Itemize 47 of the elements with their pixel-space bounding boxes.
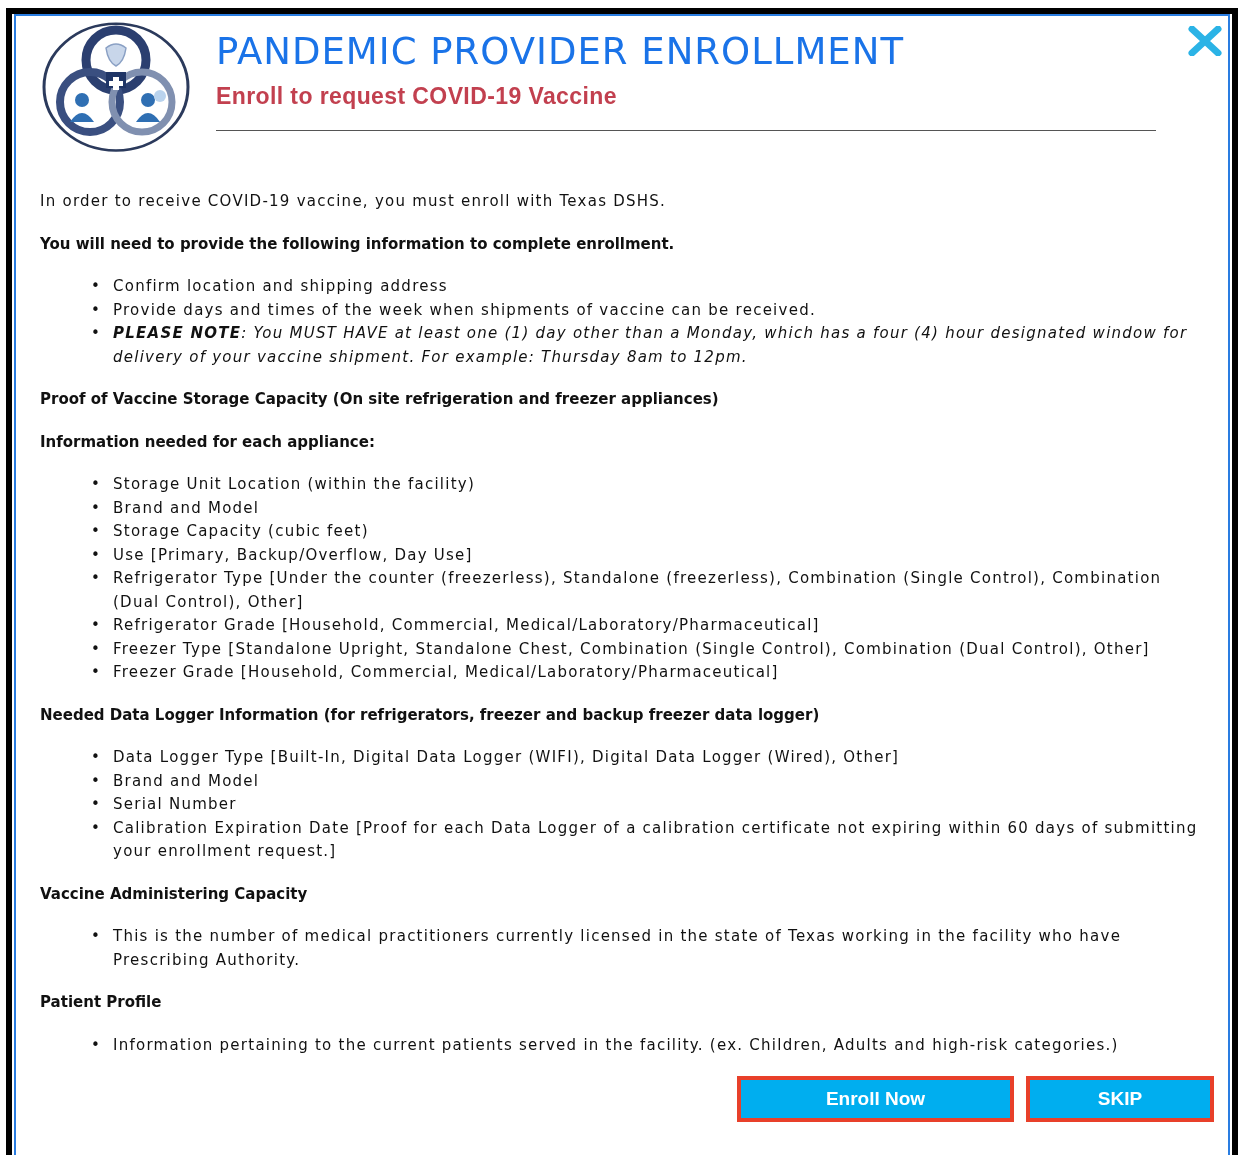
list-item: Freezer Type [Standalone Upright, Standalone Chest, Combination (Single Control), Combination (Dual Control), Other] xyxy=(113,638,1150,660)
list-item: Refrigerator Grade [Household, Commercial, Medical/Laboratory/Pharmaceutical] xyxy=(113,615,820,636)
list-item: Storage Unit Location (within the facility) xyxy=(113,474,476,495)
bullet: • xyxy=(91,747,99,768)
bullet: • xyxy=(91,299,99,321)
dialog-title: PANDEMIC PROVIDER ENROLLMENT xyxy=(216,30,905,73)
list-item: Provide days and times of the week when shipments of vaccine can be received. xyxy=(113,299,816,321)
list-item: Use [Primary, Backup/Overflow, Day Use] xyxy=(113,544,473,566)
bullet: • xyxy=(91,544,99,566)
section-heading: You will need to provide the following information to complete enrollment. xyxy=(40,233,676,255)
biohazard-emblem-icon xyxy=(40,22,192,152)
section-heading: Proof of Vaccine Storage Capacity (On site refrigeration and freezer appliances) xyxy=(40,389,720,410)
bullet: • xyxy=(91,794,99,815)
list-item: Confirm location and shipping address xyxy=(113,276,448,297)
list-item: Calibration Expiration Date [Proof for each Data Logger of a calibration certificate not expiring within 60 days of submitting your enrollment request.] xyxy=(113,817,1199,862)
bullet: • xyxy=(91,568,99,589)
bullet: • xyxy=(91,497,99,519)
list-item: Brand and Model xyxy=(113,770,260,792)
bullet: • xyxy=(91,615,99,636)
section-heading: Information needed for each appliance: xyxy=(40,431,376,453)
list-item: Serial Number xyxy=(113,794,237,815)
close-icon[interactable] xyxy=(1188,26,1222,56)
list-item: This is the number of medical practitioners currently licensed in the state of Texas working in the facility who have Prescribing Authority. xyxy=(113,926,1123,971)
bullet: • xyxy=(91,926,99,947)
bullet: • xyxy=(91,770,99,792)
bullet: • xyxy=(91,662,99,683)
bullet: • xyxy=(91,817,99,839)
list-item: PLEASE NOTE: You MUST HAVE at least one (1) day other than a Monday, which has a four (4) hour designated window for delivery of your vaccine shipment. For example: Thursday 8am to 12pm. xyxy=(113,323,1189,368)
list-item: Data Logger Type [Built-In, Digital Data Logger (WIFI), Digital Data Logger (Wired), Other] xyxy=(113,747,900,768)
bullet: • xyxy=(91,638,99,660)
list-item: Refrigerator Type [Under the counter (freezerless), Standalone (freezerless), Combination (Single Control), Combination (Dual Control), Other] xyxy=(113,568,1163,613)
list-item: Brand and Model xyxy=(113,497,260,519)
bullet: • xyxy=(91,276,99,297)
dialog-subtitle: Enroll to request COVID-19 Vaccine xyxy=(216,83,618,110)
list-item: Information pertaining to the current patients served in the facility. (ex. Children, Adults and high-risk categories.) xyxy=(113,1034,1119,1056)
skip-button[interactable]: SKIP xyxy=(1026,1076,1214,1122)
section-heading: Needed Data Logger Information (for refrigerators, freezer and backup freezer data logger) xyxy=(40,704,821,726)
bullet: • xyxy=(91,323,99,344)
list-item: Freezer Grade [Household, Commercial, Medical/Laboratory/Pharmaceutical] xyxy=(113,662,779,683)
bullet: • xyxy=(91,474,99,495)
bullet: • xyxy=(91,521,99,542)
section-heading: Patient Profile xyxy=(40,992,163,1013)
section-heading: Vaccine Administering Capacity xyxy=(40,883,309,905)
intro-text: In order to receive COVID-19 vaccine, you must enroll with Texas DSHS. xyxy=(40,191,668,212)
bullet: • xyxy=(91,1034,99,1056)
enroll-button[interactable]: Enroll Now xyxy=(737,1076,1014,1122)
list-item: Storage Capacity (cubic feet) xyxy=(113,521,369,542)
